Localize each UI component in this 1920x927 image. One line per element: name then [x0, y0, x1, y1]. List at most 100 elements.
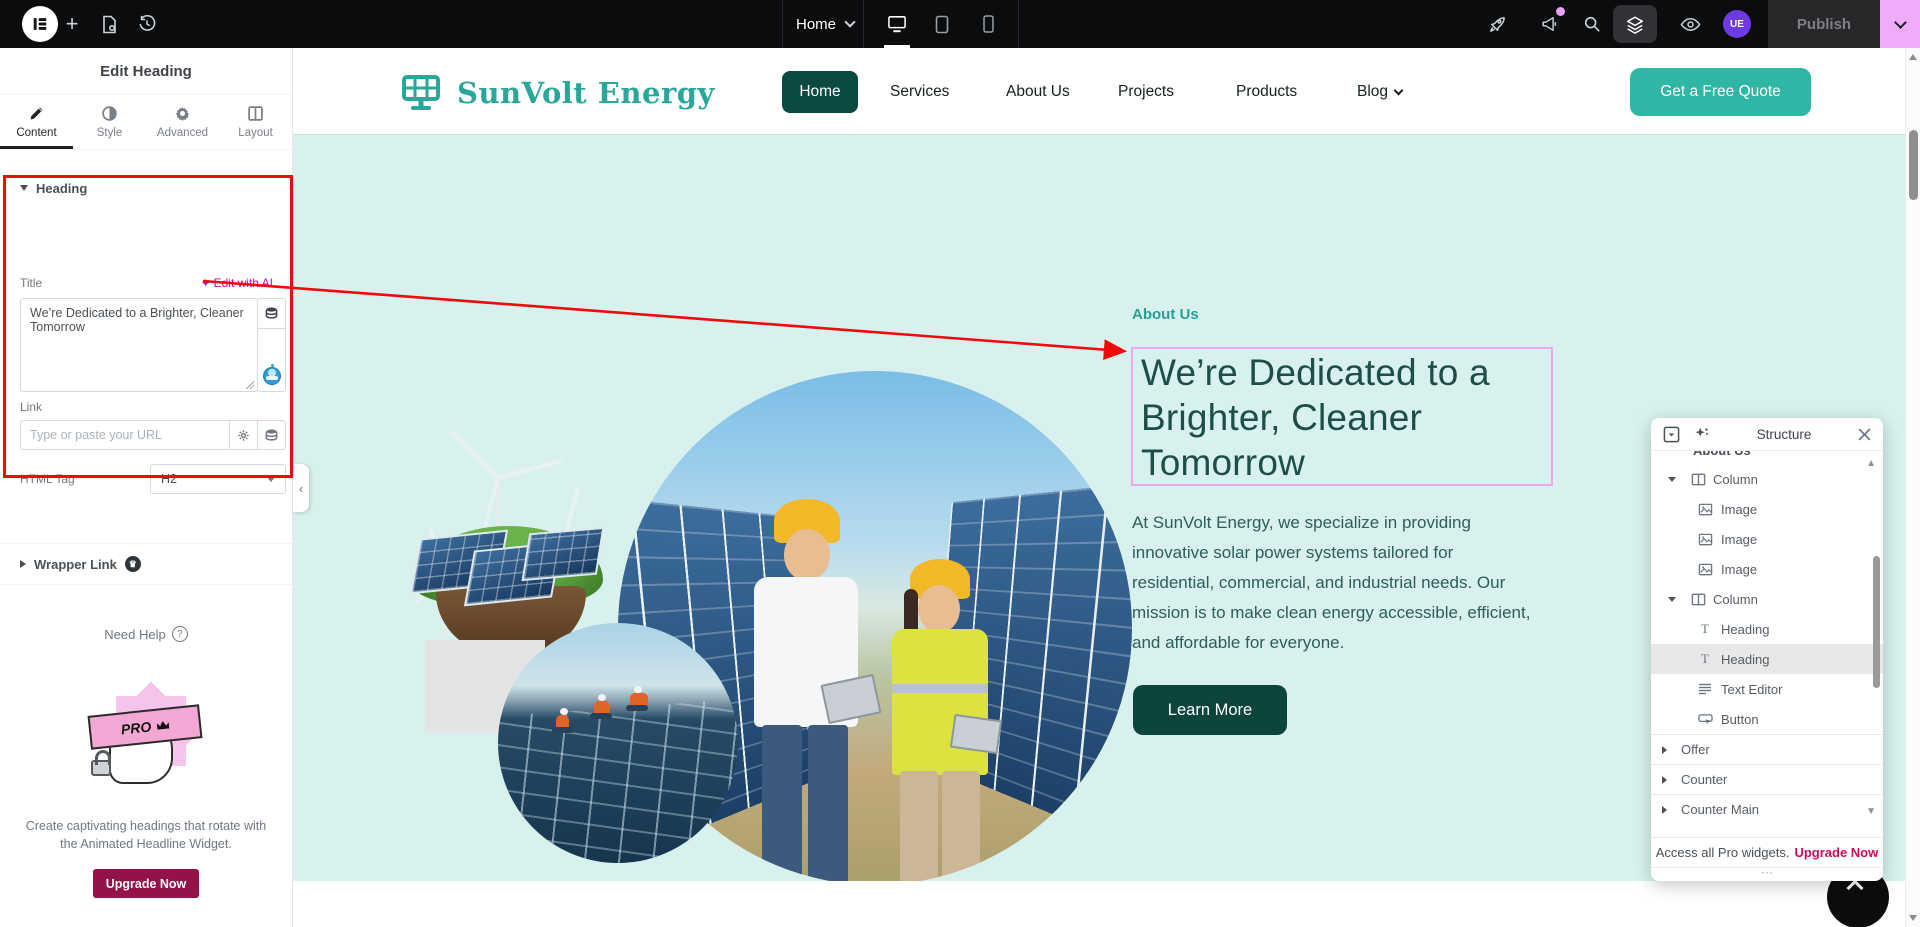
- crown-icon: [157, 720, 170, 729]
- edit-with-ai-button[interactable]: ✦ Edit with AI: [201, 276, 273, 290]
- site-logo[interactable]: SunVolt Energy: [401, 75, 715, 111]
- promo-text: Create captivating headings that rotate …: [20, 817, 272, 853]
- tree-row-heading[interactable]: T Heading: [1651, 614, 1883, 644]
- link-url-input[interactable]: [20, 420, 230, 450]
- resize-handle[interactable]: [245, 380, 254, 389]
- structure-panel-button[interactable]: [1613, 5, 1657, 43]
- device-mobile-button[interactable]: [971, 0, 1005, 48]
- eye-icon: [1680, 16, 1701, 33]
- nav-item-projects[interactable]: Projects: [1118, 71, 1174, 113]
- solar-panel: [521, 527, 604, 581]
- history-icon: [138, 15, 156, 33]
- caret-down-icon[interactable]: [1668, 477, 1676, 482]
- tree-row-text-editor[interactable]: Text Editor: [1651, 674, 1883, 704]
- question-mark-icon: ?: [172, 626, 188, 642]
- engineer-woman: [886, 559, 1004, 881]
- hero-image-workers[interactable]: [498, 623, 738, 863]
- brand-name: SunVolt Energy: [457, 76, 715, 110]
- add-element-button[interactable]: +: [56, 0, 88, 48]
- tree-row-image[interactable]: Image: [1651, 524, 1883, 554]
- contrast-icon: [101, 105, 118, 122]
- device-tablet-button[interactable]: [925, 0, 959, 48]
- caret-right-icon[interactable]: [1662, 746, 1667, 754]
- panel-title: Edit Heading: [0, 48, 292, 95]
- structure-panel-title: Structure: [1724, 427, 1844, 442]
- scrollbar-thumb[interactable]: [1909, 130, 1918, 200]
- tree-row-image[interactable]: Image: [1651, 554, 1883, 584]
- elementor-menu-button[interactable]: [22, 6, 58, 42]
- close-icon[interactable]: [1858, 428, 1871, 441]
- device-desktop-button[interactable]: [880, 0, 914, 48]
- nav-item-blog[interactable]: Blog: [1357, 71, 1402, 113]
- tab-layout[interactable]: Layout: [219, 95, 292, 149]
- document-settings-icon: [101, 15, 118, 34]
- link-dynamic-tags-button[interactable]: [257, 420, 286, 450]
- tree-row-counter-main[interactable]: Counter Main: [1651, 794, 1883, 824]
- pro-promo: PRO Create captivating headings that rot…: [0, 688, 292, 898]
- hero-paragraph[interactable]: At SunVolt Energy, we specialize in prov…: [1132, 508, 1536, 658]
- panel-collapse-button[interactable]: ‹: [293, 464, 309, 512]
- structure-more-button[interactable]: ···: [1651, 867, 1883, 881]
- publish-options-button[interactable]: [1880, 0, 1920, 48]
- tree-scroll-down-arrow[interactable]: ▼: [1866, 806, 1876, 817]
- page-switcher[interactable]: Home: [796, 0, 854, 48]
- caret-down-icon: [20, 185, 28, 191]
- tab-content[interactable]: Content: [0, 95, 73, 149]
- tree-row-button[interactable]: Button: [1651, 704, 1883, 734]
- image-icon: [1697, 561, 1713, 577]
- button-icon: [1697, 711, 1713, 727]
- need-help-link[interactable]: Need Help ?: [0, 626, 292, 642]
- caret-down-icon[interactable]: [1668, 597, 1676, 602]
- chevron-down-icon: [844, 16, 855, 27]
- history-button[interactable]: [130, 0, 164, 48]
- upgrade-now-button[interactable]: Upgrade Now: [93, 869, 199, 898]
- nav-item-home[interactable]: Home: [782, 71, 858, 113]
- preview-button[interactable]: [1672, 0, 1708, 48]
- pro-crown-icon: ♛: [125, 556, 141, 572]
- caret-right-icon[interactable]: [1662, 776, 1667, 784]
- scrollbar-up-arrow[interactable]: [1909, 54, 1917, 60]
- tree-row-heading-selected[interactable]: T Heading: [1651, 644, 1883, 674]
- nav-item-products[interactable]: Products: [1236, 71, 1297, 113]
- tree-row-image[interactable]: Image: [1651, 494, 1883, 524]
- user-avatar[interactable]: UE: [1723, 10, 1751, 38]
- page-settings-button[interactable]: [92, 0, 126, 48]
- tree-scrollbar-thumb[interactable]: [1873, 556, 1880, 688]
- active-device-indicator: [884, 45, 910, 48]
- tree-row-offer[interactable]: Offer: [1651, 734, 1883, 764]
- page-scrollbar[interactable]: [1905, 48, 1920, 927]
- dynamic-tags-button[interactable]: [258, 299, 285, 329]
- tab-advanced[interactable]: Advanced: [146, 95, 219, 149]
- tree-row-counter[interactable]: Counter: [1651, 764, 1883, 794]
- checklist-button[interactable]: [1480, 0, 1514, 48]
- selected-heading-widget[interactable]: We’re Dedicated to a Brighter, Cleaner T…: [1131, 347, 1553, 486]
- scrollbar-down-arrow[interactable]: [1909, 915, 1917, 921]
- caret-right-icon[interactable]: [1662, 806, 1667, 814]
- publish-button[interactable]: Publish: [1768, 0, 1880, 48]
- nav-item-about-us[interactable]: About Us: [1006, 71, 1070, 113]
- tree-row-column[interactable]: Column: [1651, 584, 1883, 614]
- ai-robot-icon[interactable]: [263, 367, 281, 385]
- finder-search-button[interactable]: [1575, 0, 1609, 48]
- layers-icon: [1625, 15, 1645, 34]
- section-heading-toggle[interactable]: Heading: [0, 168, 292, 208]
- learn-more-button[interactable]: Learn More: [1133, 685, 1287, 735]
- title-textarea-wrap: We’re Dedicated to a Brighter, Cleaner T…: [20, 298, 258, 392]
- title-textarea[interactable]: We’re Dedicated to a Brighter, Cleaner T…: [21, 299, 257, 391]
- widget-edit-panel: Edit Heading Content Style: [0, 48, 293, 927]
- nav-item-services[interactable]: Services: [890, 71, 949, 113]
- ai-sparkles-icon[interactable]: [1694, 426, 1710, 442]
- get-free-quote-button[interactable]: Get a Free Quote: [1630, 68, 1811, 116]
- upgrade-now-link[interactable]: Upgrade Now: [1794, 845, 1878, 860]
- rocket-icon: [1488, 15, 1507, 34]
- tree-scroll-up-arrow[interactable]: ▲: [1866, 458, 1876, 469]
- tab-style[interactable]: Style: [73, 95, 146, 149]
- link-options-button[interactable]: [229, 420, 258, 450]
- tree-row-column[interactable]: Column: [1651, 464, 1883, 494]
- dock-panel-icon[interactable]: [1663, 426, 1680, 443]
- chevron-down-icon: [267, 477, 275, 482]
- section-wrapper-link-toggle[interactable]: Wrapper Link ♛: [0, 543, 292, 585]
- html-tag-select[interactable]: H2: [150, 464, 286, 494]
- title-label: Title: [20, 276, 42, 290]
- title-side-controls: [257, 298, 286, 392]
